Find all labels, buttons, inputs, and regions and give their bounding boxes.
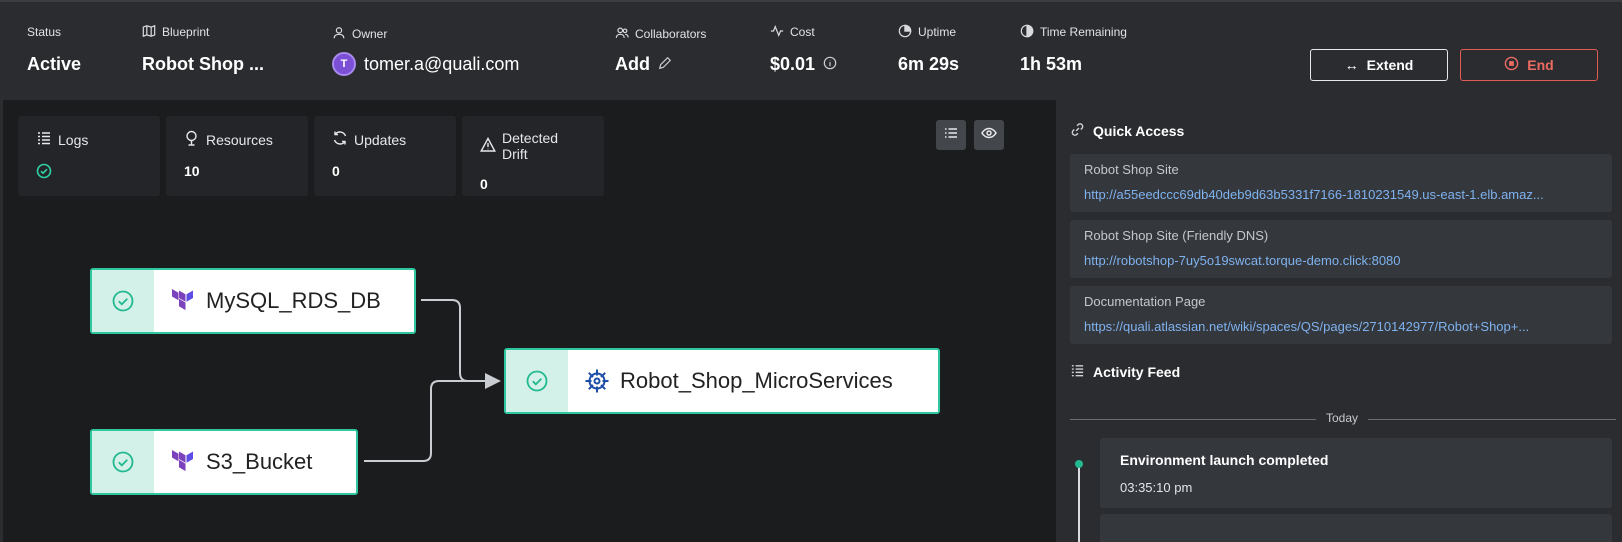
- logs-card[interactable]: Logs: [18, 116, 160, 196]
- time-remaining-value: 1h 53m: [1020, 54, 1083, 74]
- timeline-line: [1078, 466, 1080, 542]
- activity-event-time: 03:35:10 pm: [1120, 480, 1193, 495]
- map-icon: [142, 24, 156, 41]
- quick-access-item: Robot Shop Site (Friendly DNS) http://ro…: [1070, 220, 1612, 278]
- quick-access-link[interactable]: https://quali.atlassian.net/wiki/spaces/…: [1084, 319, 1598, 334]
- edge-s3-to-microservices: [364, 380, 497, 462]
- cost-field: Cost $0.01: [770, 24, 837, 75]
- stop-circle-icon: [1504, 56, 1519, 74]
- link-icon: [1070, 122, 1085, 140]
- half-clock-icon: [1020, 24, 1034, 41]
- helm-icon: [584, 368, 610, 394]
- environment-canvas: Logs Resources 10 Updates 0 Detected Dri…: [0, 100, 1056, 542]
- check-circle-icon: [92, 431, 154, 493]
- end-label: End: [1527, 57, 1554, 73]
- quick-access-link[interactable]: http://a55eedccc69db40deb9d63b5331f7166-…: [1084, 187, 1598, 202]
- activity-event-title: Environment launch completed: [1120, 452, 1329, 468]
- user-icon: [332, 26, 346, 43]
- uptime-label: Uptime: [918, 25, 957, 39]
- check-circle-icon: [506, 350, 568, 412]
- feed-list-icon: [1070, 363, 1085, 381]
- status-field: Status Active: [27, 24, 81, 75]
- updates-card[interactable]: Updates 0: [314, 116, 456, 196]
- pie-clock-icon: [898, 24, 912, 41]
- add-collaborators-button[interactable]: Add: [615, 54, 650, 75]
- updates-count: 0: [332, 163, 340, 179]
- blueprint-value[interactable]: Robot Shop ...: [142, 54, 264, 75]
- end-button[interactable]: End: [1460, 49, 1598, 81]
- cost-value: $0.01: [770, 54, 816, 74]
- activity-event[interactable]: Environment launch completed 03:35:10 pm: [1100, 438, 1612, 508]
- list-icon: [943, 125, 959, 146]
- detected-drift-count: 0: [480, 176, 488, 192]
- quick-access-item-title: Robot Shop Site: [1084, 162, 1179, 177]
- terraform-icon: [170, 288, 196, 314]
- collaborators-field: Collaborators Add: [615, 24, 706, 75]
- timeline-dot: [1075, 460, 1083, 468]
- status-value: Active: [27, 54, 82, 74]
- quick-access-item-title: Robot Shop Site (Friendly DNS): [1084, 228, 1269, 243]
- environment-header: Status Active Blueprint Robot Shop ... O…: [0, 0, 1622, 100]
- owner-field: Owner T tomer.a@quali.com: [332, 24, 519, 76]
- eye-icon: [981, 125, 997, 146]
- logs-label: Logs: [58, 131, 89, 148]
- activity-event-partial[interactable]: [1100, 514, 1612, 542]
- graph-node-robot-shop-microservices[interactable]: Robot_Shop_MicroServices: [504, 348, 940, 414]
- quick-access-title: Quick Access: [1093, 123, 1185, 139]
- check-circle-icon: [92, 270, 154, 332]
- info-icon[interactable]: [823, 54, 837, 75]
- warning-icon: [480, 136, 496, 156]
- resources-count: 10: [184, 163, 200, 179]
- collaborators-label: Collaborators: [635, 27, 707, 41]
- cost-label: Cost: [790, 25, 815, 39]
- quick-access-item: Robot Shop Site http://a55eedccc69db40de…: [1070, 154, 1612, 212]
- logs-icon: [36, 130, 52, 149]
- check-circle-icon: [36, 163, 142, 182]
- edge-mysql-to-microservices: [421, 299, 501, 389]
- uptime-field: Uptime 6m 29s: [898, 24, 959, 75]
- time-remaining-label: Time Remaining: [1040, 25, 1127, 39]
- refresh-icon: [332, 130, 348, 149]
- activity-feed-title: Activity Feed: [1093, 364, 1181, 380]
- graph-node-mysql-rds-db[interactable]: MySQL_RDS_DB: [90, 268, 416, 334]
- avatar: T: [332, 52, 356, 76]
- quick-access-link[interactable]: http://robotshop-7uy5o19swcat.torque-dem…: [1084, 253, 1598, 268]
- quick-access-item: Documentation Page https://quali.atlassi…: [1070, 286, 1612, 344]
- detected-drift-label: Detected Drift: [502, 130, 559, 162]
- arrows-horizontal-icon: ↔: [1344, 57, 1359, 73]
- owner-label: Owner: [352, 27, 388, 41]
- extend-button[interactable]: ↔ Extend: [1310, 49, 1448, 81]
- side-panel: Quick Access Robot Shop Site http://a55e…: [1056, 100, 1622, 542]
- terraform-icon: [170, 449, 196, 475]
- time-remaining-field: Time Remaining 1h 53m: [1020, 24, 1127, 75]
- activity-feed-header: Activity Feed: [1070, 363, 1180, 381]
- users-icon: [615, 26, 629, 43]
- uptime-value: 6m 29s: [898, 54, 960, 74]
- status-label: Status: [27, 25, 62, 39]
- pencil-icon[interactable]: [658, 54, 672, 75]
- owner-value: tomer.a@quali.com: [364, 53, 520, 74]
- resources-label: Resources: [206, 131, 273, 148]
- blueprint-label: Blueprint: [162, 25, 210, 39]
- blueprint-field: Blueprint Robot Shop ...: [142, 24, 264, 75]
- detected-drift-card[interactable]: Detected Drift 0: [462, 116, 604, 196]
- list-view-button[interactable]: [936, 120, 966, 150]
- resources-icon: [184, 130, 200, 149]
- day-divider-label: Today: [1316, 411, 1369, 425]
- graph-node-s3-bucket[interactable]: S3_Bucket: [90, 429, 358, 495]
- resources-card[interactable]: Resources 10: [166, 116, 308, 196]
- node-label: S3_Bucket: [206, 449, 313, 474]
- activity-icon: [770, 24, 784, 41]
- visibility-button[interactable]: [974, 120, 1004, 150]
- node-label: Robot_Shop_MicroServices: [620, 368, 893, 393]
- quick-access-item-title: Documentation Page: [1084, 294, 1206, 309]
- extend-label: Extend: [1366, 57, 1414, 73]
- quick-access-header: Quick Access: [1070, 122, 1184, 140]
- node-label: MySQL_RDS_DB: [206, 288, 381, 313]
- updates-label: Updates: [354, 131, 407, 148]
